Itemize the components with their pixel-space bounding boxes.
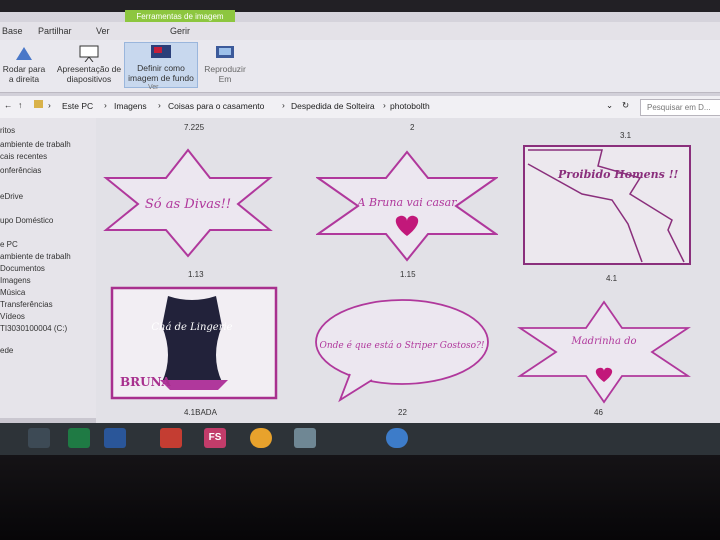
address-bar[interactable]: ← ↑ › Este PC › Imagens › Coisas para o … (0, 96, 720, 119)
nav-item[interactable]: Música (0, 288, 25, 297)
nav-item[interactable]: ritos (0, 126, 15, 135)
tab-view[interactable]: Ver (96, 26, 110, 36)
up-arrow-icon[interactable]: ↑ (18, 100, 22, 110)
breadcrumb-photobolth[interactable]: photobolth (390, 101, 430, 111)
nav-item[interactable]: Documentos (0, 264, 45, 273)
refresh-icon[interactable]: ↻ (622, 100, 629, 111)
breadcrumb-separator-icon: › (282, 100, 285, 110)
search-input[interactable]: Pesquisar em D... (640, 99, 720, 116)
nav-item[interactable]: e PC (0, 240, 18, 249)
nav-item[interactable]: cais recentes (0, 152, 47, 161)
chrome-icon[interactable] (250, 428, 272, 448)
nav-item[interactable]: ede (0, 346, 13, 355)
rotate-right-button[interactable]: Rodar para a direita (0, 44, 48, 84)
slideshow-label: Apresentação de diapositivos (56, 64, 122, 84)
paint-icon[interactable] (294, 428, 316, 448)
nav-item[interactable]: ambiente de trabalh (0, 140, 71, 149)
play-to-button[interactable]: Reproduzir Em (198, 44, 252, 84)
thumbnail-text: Madrinha do (570, 336, 636, 347)
thumbnail-proibido-homens[interactable]: Proibido Homens !! (522, 144, 694, 268)
fs-app-icon[interactable]: FS (204, 428, 226, 448)
breadcrumb-despedida[interactable]: Despedida de Solteira (291, 101, 375, 111)
presentation-icon[interactable] (160, 428, 182, 448)
screen: Ferramentas de imagem Base Partilhar Ver… (0, 0, 720, 455)
thumbnail-subtext: BRUNA (120, 375, 172, 389)
file-explorer-icon[interactable] (28, 428, 50, 448)
nav-item[interactable]: TI3030100004 (C:) (0, 324, 67, 333)
thumbnail-caption: 7.225 (184, 123, 205, 132)
thumbnail-text: Só as Divas!! (145, 197, 231, 212)
set-wallpaper-button[interactable]: Definir como imagem de fundo (124, 42, 198, 88)
nav-item[interactable]: Vídeos (0, 312, 25, 321)
rotate-icon (16, 47, 32, 60)
monitor-bezel (0, 455, 720, 540)
breadcrumb-coisas[interactable]: Coisas para o casamento (168, 101, 264, 111)
footer-caption: 22 (398, 408, 407, 417)
navigation-pane: ritos ambiente de trabalh cais recentes … (0, 118, 96, 418)
thumbnail-caption: 2 (410, 123, 415, 132)
folder-icon (34, 100, 43, 108)
thumbnail-caption: 3.1 (620, 131, 632, 140)
back-arrow-icon[interactable]: ← (4, 100, 13, 110)
nav-item[interactable]: Transferências (0, 300, 53, 309)
slideshow-button[interactable]: Apresentação de diapositivos (56, 44, 122, 84)
footer-caption: 4.1BADA (184, 408, 217, 417)
set-wallpaper-label: Definir como imagem de fundo (128, 63, 194, 83)
thumbnail-caption: 4.1 (606, 274, 618, 283)
play-to-label: Reproduzir Em (204, 64, 246, 84)
thumbnail-text: Onde é que está o Striper Gostoso?! (319, 340, 484, 351)
thumbnail-text: Proibido Homens !! (557, 168, 679, 181)
nav-item[interactable]: eDrive (0, 192, 23, 201)
cast-icon (216, 46, 234, 58)
thumbnail-star-bruna[interactable]: A Bruna vai casar (316, 148, 498, 264)
ribbon-tab-bar: Base Partilhar Ver Gerir (0, 22, 720, 40)
file-view: 7.225 2 3.1 Só as Divas!! A Bruna vai ca… (96, 118, 720, 423)
nav-item[interactable]: onferências (0, 166, 41, 175)
excel-icon[interactable] (68, 428, 90, 448)
thumbnail-speech-bubble[interactable]: Onde é que está o Striper Gostoso?! (310, 294, 494, 404)
thumbnail-cha-lingerie[interactable]: Chá de Lingerie BRUNA (110, 286, 278, 402)
tab-manage[interactable]: Gerir (170, 26, 190, 36)
thumbnail-caption: 1.15 (400, 270, 416, 279)
nav-item[interactable]: ambiente de trabalh (0, 252, 71, 261)
ribbon-group-label: Ver (148, 84, 159, 91)
breadcrumb-separator-icon: › (104, 100, 107, 110)
word-icon[interactable] (104, 428, 126, 448)
footer-caption: 46 (594, 408, 603, 417)
breadcrumb-este-pc[interactable]: Este PC (62, 101, 93, 111)
thumbnail-star-madrinha[interactable]: Madrinha do (516, 298, 692, 404)
tab-share[interactable]: Partilhar (38, 26, 72, 36)
wallpaper-icon (151, 45, 171, 58)
monitor-top-edge (0, 0, 720, 12)
dropdown-chevron-icon[interactable]: ⌄ (606, 100, 613, 111)
nav-item[interactable]: upo Doméstico (0, 216, 53, 225)
ribbon: Rodar para a direita Apresentação de dia… (0, 40, 720, 93)
rotate-right-label: Rodar para a direita (2, 64, 46, 84)
breadcrumb-separator-icon: › (383, 100, 386, 110)
thumbnail-star-divas[interactable]: Só as Divas!! (98, 144, 278, 262)
nav-item[interactable]: Imagens (0, 276, 31, 285)
breadcrumb-separator-icon: › (158, 100, 161, 110)
ie-icon[interactable] (386, 428, 408, 448)
thumbnail-caption: 1.13 (188, 270, 204, 279)
thumbnail-text: Chá de Lingerie (151, 322, 232, 333)
tab-base[interactable]: Base (2, 26, 23, 36)
slideshow-icon (79, 45, 99, 62)
taskbar: FS (0, 423, 720, 455)
breadcrumb-separator-icon: › (48, 100, 51, 110)
thumbnail-text: A Bruna vai casar (357, 196, 458, 209)
breadcrumb-imagens[interactable]: Imagens (114, 101, 147, 111)
